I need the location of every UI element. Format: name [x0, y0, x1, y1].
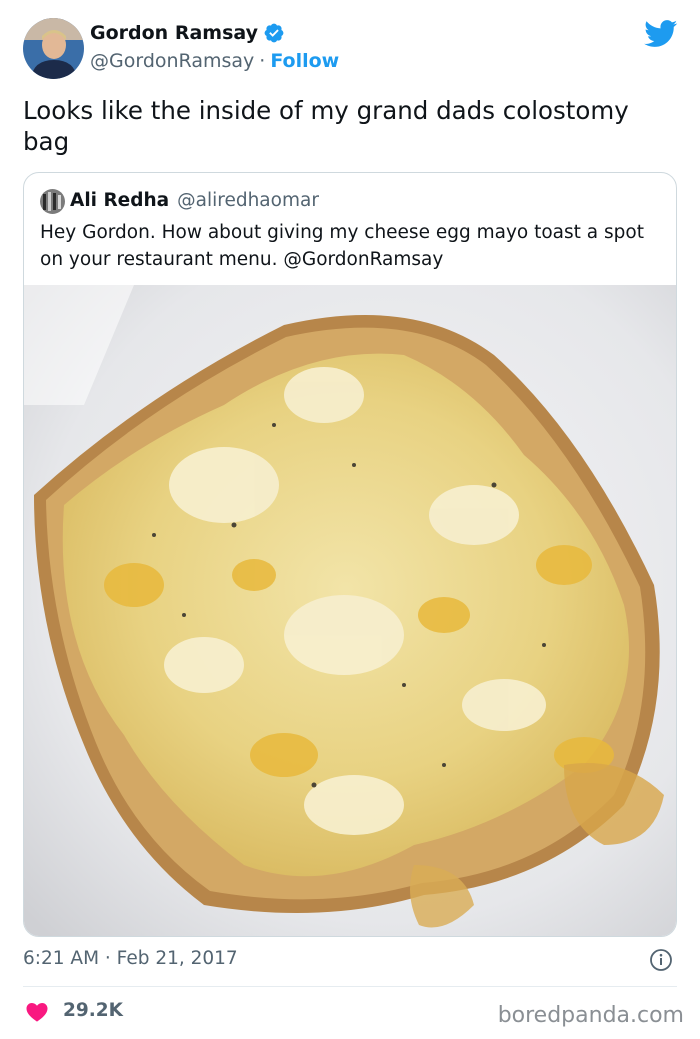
twitter-bird-icon[interactable] [644, 20, 678, 48]
author-name-row: Gordon Ramsay [90, 22, 285, 44]
tweet-text: Looks like the inside of my grand dads c… [23, 96, 629, 156]
toast-photo[interactable] [24, 285, 677, 937]
like-count[interactable]: 29.2K [63, 1000, 123, 1021]
quoted-tweet[interactable]: Ali Redha @aliredhaomar Hey Gordon. How … [23, 172, 677, 937]
watermark: boredpanda.com [497, 1003, 684, 1028]
quoted-text: Hey Gordon. How about giving my cheese e… [40, 222, 644, 270]
follow-button[interactable]: Follow [270, 50, 339, 72]
footer-divider [23, 986, 677, 987]
quoted-name-row: Ali Redha @aliredhaomar [70, 190, 319, 211]
tweet-timestamp[interactable]: 6:21 AM · Feb 21, 2017 [23, 948, 238, 969]
author-avatar[interactable] [23, 18, 84, 79]
verified-badge-icon [264, 23, 284, 43]
author-handle[interactable]: @GordonRamsay [90, 50, 254, 72]
heart-icon[interactable] [25, 1000, 49, 1024]
author-display-name[interactable]: Gordon Ramsay [90, 22, 258, 44]
handle-separator: · [259, 50, 266, 72]
info-icon[interactable] [649, 948, 673, 972]
quoted-handle[interactable]: @aliredhaomar [177, 190, 319, 211]
author-handle-row: @GordonRamsay · Follow [90, 50, 339, 72]
quoted-display-name[interactable]: Ali Redha [70, 190, 169, 211]
quoted-author-avatar[interactable] [40, 189, 65, 214]
tweet-card: Gordon Ramsay @GordonRamsay · Follow Loo… [0, 0, 700, 1039]
